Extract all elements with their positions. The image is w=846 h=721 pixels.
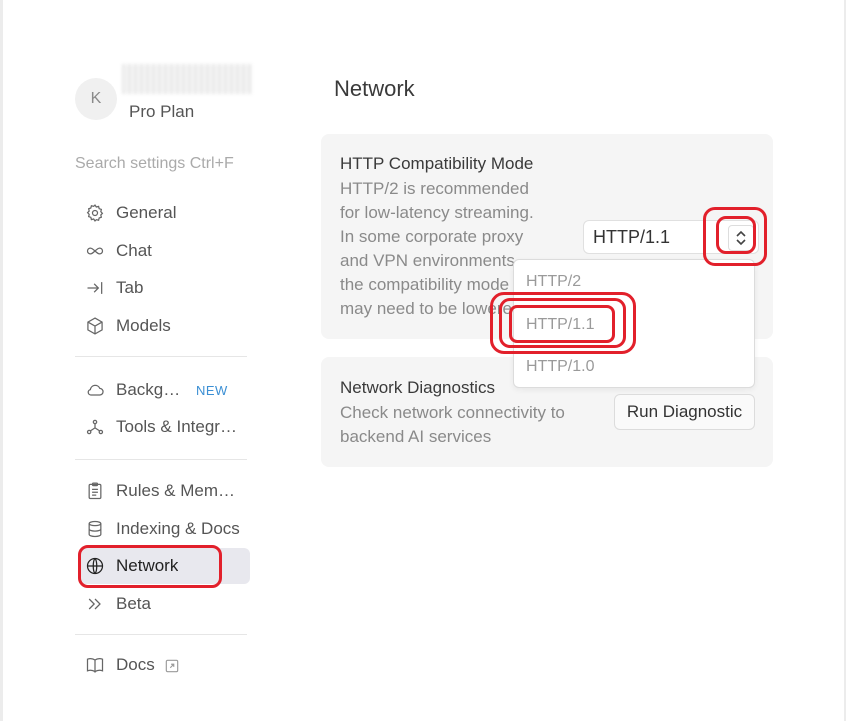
description-line: Check network connectivity to [340,403,565,422]
avatar[interactable]: K [75,78,117,120]
sidebar-divider [75,459,247,460]
sidebar-item-background-agents[interactable]: Background Agents NEW [78,372,250,408]
chevrons-right-icon [84,593,106,615]
annotation-circle [716,216,756,254]
http-mode-selected-value: HTTP/1.1 [593,226,671,247]
clipboard-icon [84,480,106,502]
dropdown-option-http10[interactable]: HTTP/1.0 [526,358,594,376]
sidebar-item-models[interactable]: Models [78,308,250,344]
description-line: HTTP/2 is recommended [340,179,529,198]
annotation-circle [509,305,615,343]
sidebar-item-label: Docs [116,655,155,674]
description-line: and VPN environments, [340,251,520,270]
database-icon [84,518,106,540]
tools-icon [84,416,106,438]
description-line: backend AI services [340,427,492,446]
cloud-icon [84,379,106,401]
settings-sidebar: K Pro Plan General Chat Tab M [75,64,252,674]
infinity-icon [84,240,106,262]
network-diagnostics-title: Network Diagnostics [340,378,495,397]
sidebar-item-label: Models [116,316,171,335]
tab-arrow-icon [84,277,106,299]
external-link-icon [165,658,179,673]
sidebar-item-docs[interactable]: Docs [78,647,250,683]
sidebar-item-rules-memories[interactable]: Rules & Memories [78,473,250,509]
book-icon [84,654,106,676]
plan-label: Pro Plan [129,102,195,121]
sidebar-item-label: Background Agents [116,380,184,399]
sidebar-item-general[interactable]: General [78,195,250,231]
sidebar-item-label: Tools & Integrations [116,417,241,436]
gear-icon [84,202,106,224]
sidebar-item-label: Chat [116,241,152,260]
sidebar-item-label: General [116,203,177,222]
sidebar-item-label: Indexing & Docs [116,519,240,538]
sidebar-item-chat[interactable]: Chat [78,233,250,269]
sidebar-item-tools-integrations[interactable]: Tools & Integrations [78,409,250,445]
new-badge: NEW [196,382,228,398]
description-line: In some corporate proxy [340,227,524,246]
page-title: Network [334,76,415,101]
cube-icon [84,315,106,337]
dropdown-option-http2[interactable]: HTTP/2 [526,273,581,291]
sidebar-divider [75,356,247,357]
http-compatibility-title: HTTP Compatibility Mode [340,154,534,173]
description-line: for low-latency streaming. [340,203,534,222]
window-edge-left [0,0,3,721]
sidebar-item-beta[interactable]: Beta [78,586,250,622]
sidebar-item-label: Tab [116,278,144,297]
sidebar-item-label: Beta [116,594,151,613]
sidebar-item-label: Rules & Memories [116,481,241,500]
sidebar-divider [75,634,247,635]
search-settings-input[interactable] [75,152,245,176]
sidebar-item-tab[interactable]: Tab [78,270,250,306]
blurred-account-name [122,64,252,94]
run-diagnostic-button[interactable]: Run Diagnostic [614,394,755,430]
annotation-circle [78,545,222,588]
sidebar-item-indexing-docs[interactable]: Indexing & Docs [78,511,250,547]
network-diagnostics-description: Check network connectivity to backend AI… [340,401,565,449]
profile: K Pro Plan [75,64,252,130]
